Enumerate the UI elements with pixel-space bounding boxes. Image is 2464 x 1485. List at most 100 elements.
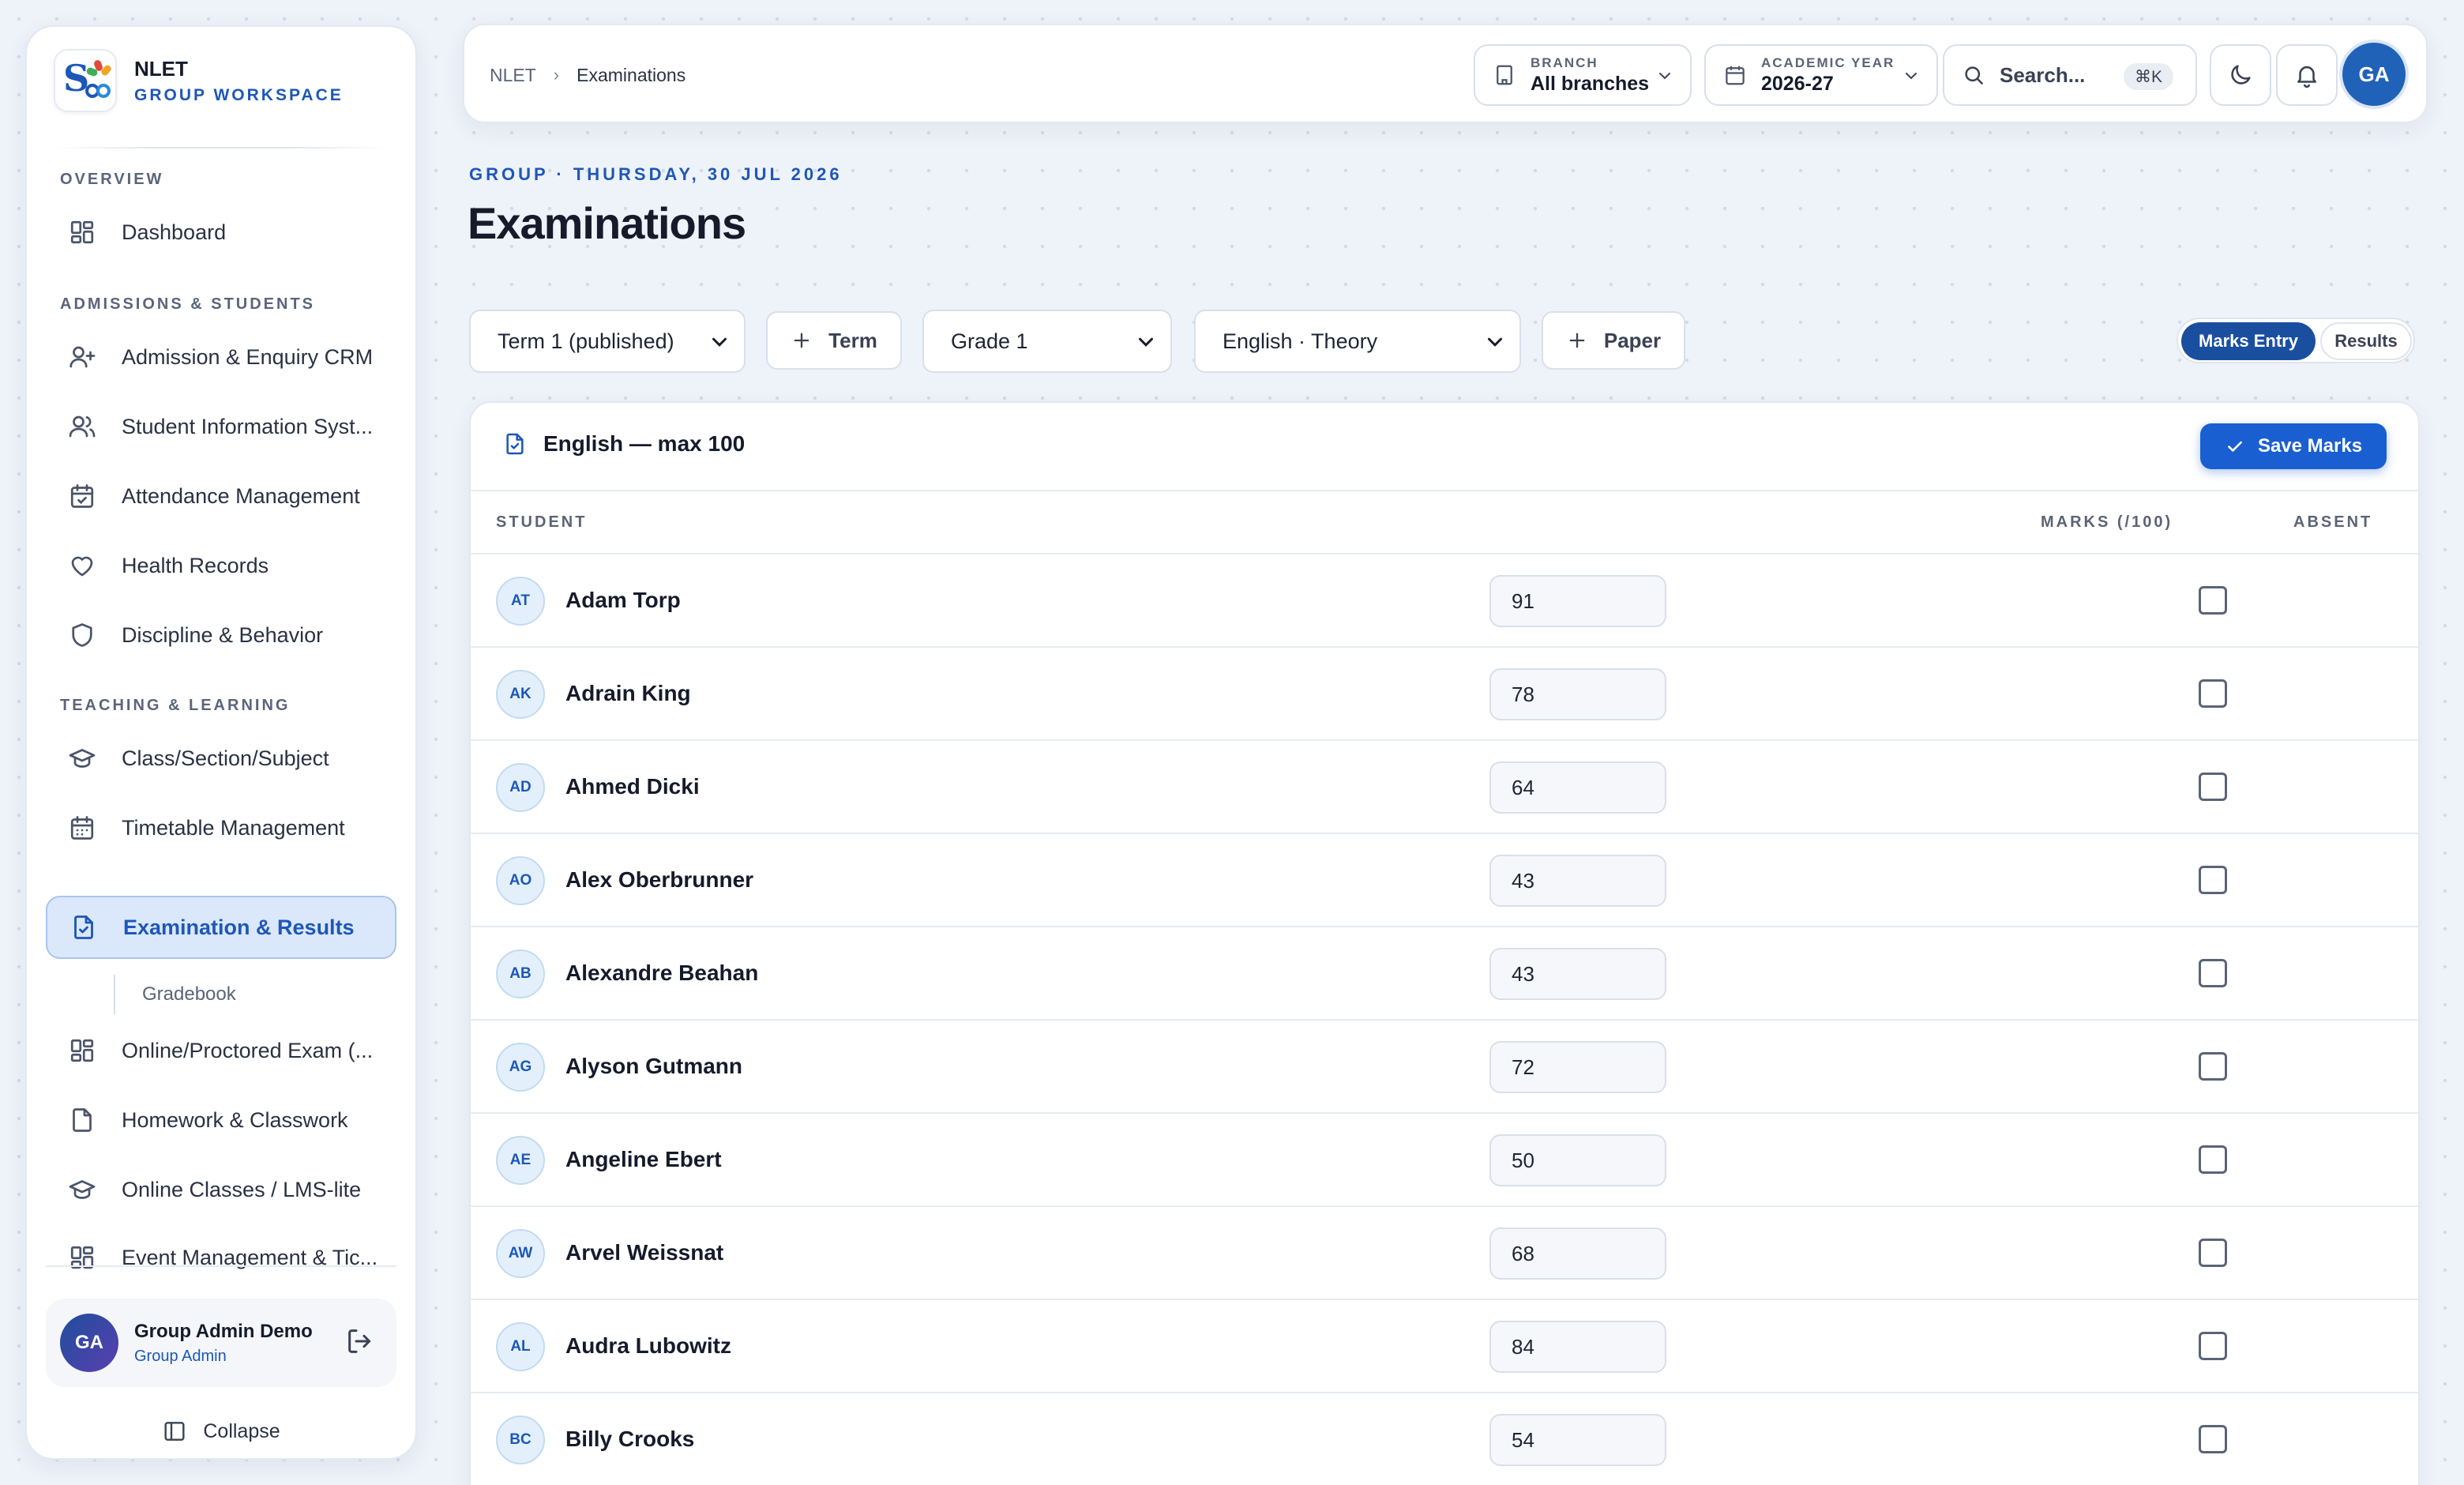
save-marks-button[interactable]: Save Marks [2200, 423, 2387, 469]
nav-section-overview: OVERVIEW [60, 171, 164, 188]
sidebar-item-label: Online Classes / LMS-lite [122, 1177, 362, 1201]
absent-checkbox[interactable] [2199, 679, 2227, 708]
plus-icon [794, 333, 809, 348]
brand-divider [54, 147, 389, 148]
results-tab[interactable]: Results [2320, 322, 2412, 360]
avatar: GA [60, 1314, 118, 1372]
marks-input[interactable] [1489, 1414, 1666, 1466]
academic-year-label: ACADEMIC YEAR [1761, 55, 1895, 70]
sidebar-item-attendance[interactable]: Attendance Management [46, 464, 396, 528]
users-icon [66, 411, 98, 442]
nav-section-admissions: ADMISSIONS & STUDENTS [60, 295, 316, 313]
sidebar-item-examination-results[interactable]: Examination & Results [46, 896, 396, 959]
marks-input[interactable] [1489, 1134, 1666, 1186]
absent-checkbox[interactable] [2199, 773, 2227, 801]
add-term-button[interactable]: Term [766, 311, 902, 370]
logout-icon[interactable] [344, 1325, 376, 1357]
user-plus-icon [66, 341, 98, 373]
grade-select[interactable]: Grade 1 [922, 310, 1172, 373]
marks-input[interactable] [1489, 1041, 1666, 1093]
sidebar-item-event-management[interactable]: Event Management & Tic... [46, 1226, 396, 1289]
marks-input[interactable] [1489, 668, 1666, 720]
sidebar-item-homework[interactable]: Homework & Classwork [46, 1088, 396, 1152]
notifications-button[interactable] [2276, 44, 2338, 106]
page-title: Examinations [468, 198, 746, 248]
absent-checkbox[interactable] [2199, 586, 2227, 615]
sidebar-item-dashboard[interactable]: Dashboard [46, 201, 396, 264]
sidebar-item-online-classes[interactable]: Online Classes / LMS-lite [46, 1158, 396, 1221]
student-name: Audra Lubowitz [565, 1333, 731, 1358]
bell-icon [2297, 66, 2316, 88]
sidebar-item-timetable[interactable]: Timetable Management [46, 796, 396, 859]
marks-input[interactable] [1489, 1227, 1666, 1280]
student-avatar: AT [496, 577, 545, 626]
user-avatar-button[interactable]: GA [2342, 43, 2406, 106]
sidebar-item-health-records[interactable]: Health Records [46, 534, 396, 597]
sidebar-panel-icon [164, 1422, 185, 1441]
sidebar-item-admission-crm[interactable]: Admission & Enquiry CRM [46, 325, 396, 389]
chevron-down-icon [1139, 337, 1153, 347]
sidebar-item-student-information[interactable]: Student Information Syst... [46, 395, 396, 458]
grid-icon [66, 1035, 98, 1066]
marks-input[interactable] [1489, 1321, 1666, 1373]
nav-section-teaching: TEACHING & LEARNING [60, 697, 291, 714]
absent-checkbox[interactable] [2199, 1145, 2227, 1174]
sidebar-divider [46, 1265, 396, 1267]
file-check-icon [68, 912, 100, 943]
sidebar-item-label: Discipline & Behavior [122, 622, 324, 647]
absent-checkbox[interactable] [2199, 1425, 2227, 1453]
sidebar-subitem-gradebook[interactable]: Gradebook [114, 975, 236, 1014]
absent-checkbox[interactable] [2199, 1239, 2227, 1267]
marks-input[interactable] [1489, 575, 1666, 627]
calendar-icon [66, 812, 98, 844]
breadcrumb-root[interactable]: NLET [490, 65, 536, 86]
table-row: AD Ahmed Dicki [471, 741, 2418, 834]
sidebar-item-discipline[interactable]: Discipline & Behavior [46, 603, 396, 667]
student-avatar: AB [496, 949, 545, 998]
user-card[interactable]: GA Group Admin Demo Group Admin [46, 1299, 396, 1387]
paper-select[interactable]: English · Theory [1194, 310, 1521, 373]
user-name: Group Admin Demo [134, 1320, 313, 1342]
student-name: Adam Torp [565, 588, 681, 612]
search-input[interactable]: Search... ⌘K [1943, 44, 2197, 106]
table-row: AT Adam Torp [471, 555, 2418, 648]
student-name: Arvel Weissnat [565, 1240, 724, 1265]
add-paper-label: Paper [1603, 328, 1662, 352]
sidebar-item-label: Student Information Syst... [122, 414, 374, 438]
absent-checkbox[interactable] [2199, 959, 2227, 987]
marks-input[interactable] [1489, 948, 1666, 1000]
brand-name: NLET [134, 56, 188, 81]
brand-subtitle: GROUP WORKSPACE [134, 85, 344, 104]
building-icon [1497, 65, 1512, 85]
absent-checkbox[interactable] [2199, 866, 2227, 894]
sidebar-item-class-section-subject[interactable]: Class/Section/Subject [46, 727, 396, 790]
student-name: Alexandre Beahan [565, 961, 759, 985]
term-select[interactable]: Term 1 (published) [469, 310, 746, 373]
student-name: Adrain King [565, 681, 691, 705]
student-avatar: AO [496, 856, 545, 905]
marks-input[interactable] [1489, 761, 1666, 814]
brand[interactable]: S NLET GROUP WORKSPACE [54, 49, 344, 112]
table-row: AG Alyson Gutmann [471, 1021, 2418, 1114]
sidebar-item-label: Timetable Management [122, 815, 345, 840]
absent-checkbox[interactable] [2199, 1052, 2227, 1081]
student-avatar: AL [496, 1322, 545, 1371]
student-rows: ATAdam TorpAKAdrain KingADAhmed DickiAOA… [471, 555, 2418, 1485]
table-row: AB Alexandre Beahan [471, 927, 2418, 1021]
academic-year-selector[interactable]: ACADEMIC YEAR 2026-27 [1704, 44, 1938, 106]
branch-selector[interactable]: BRANCH All branches [1474, 44, 1692, 106]
marks-entry-tab[interactable]: Marks Entry [2181, 322, 2316, 360]
student-avatar: AW [496, 1229, 545, 1278]
add-paper-button[interactable]: Paper [1542, 311, 1685, 370]
marks-input[interactable] [1489, 855, 1666, 907]
table-header: STUDENT MARKS (/100) ABSENT [471, 491, 2418, 555]
sidebar-item-online-proctored-exam[interactable]: Online/Proctored Exam (... [46, 1019, 396, 1082]
collapse-button[interactable]: Collapse [27, 1419, 415, 1444]
check-icon [2228, 441, 2242, 452]
theme-toggle-button[interactable] [2210, 44, 2271, 106]
table-row: AL Audra Lubowitz [471, 1300, 2418, 1393]
absent-checkbox[interactable] [2199, 1332, 2227, 1360]
page-eyebrow: GROUP · THURSDAY, 30 JUL 2026 [469, 164, 843, 184]
term-select-value: Term 1 (published) [498, 329, 674, 353]
search-icon [1965, 66, 1983, 85]
